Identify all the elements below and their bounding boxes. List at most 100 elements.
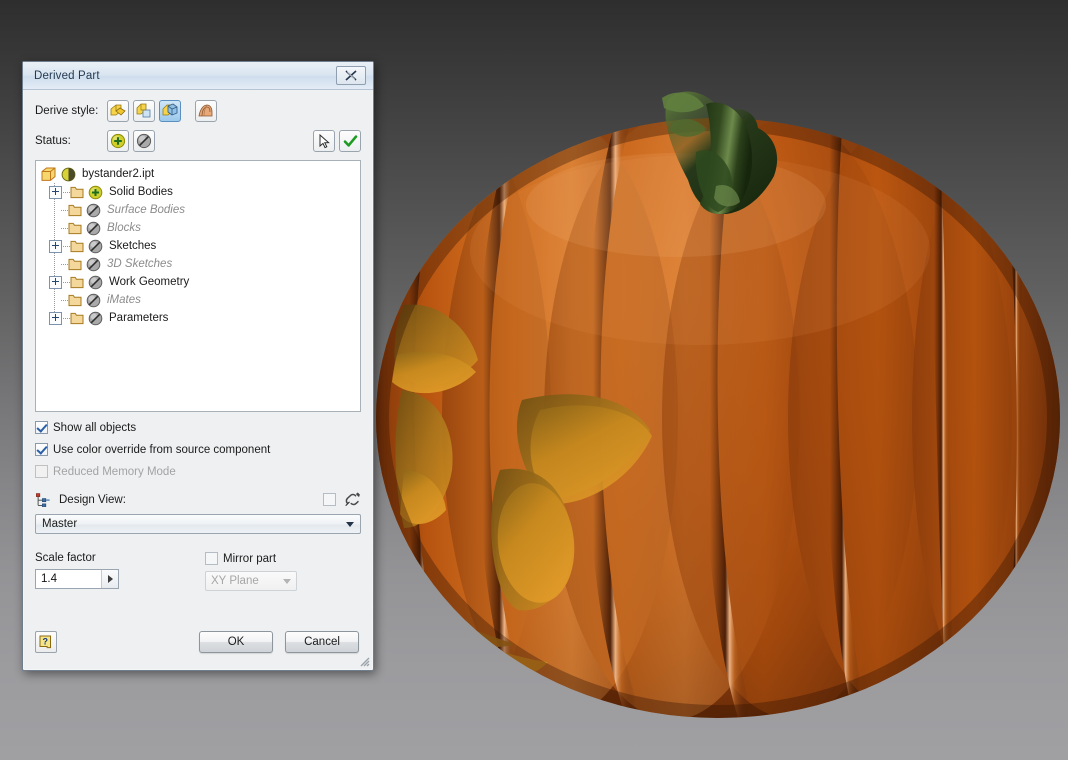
app-root: Derived Part Derive style: Status: bysta… bbox=[0, 0, 1068, 760]
check-icon bbox=[343, 134, 357, 147]
dialog-titlebar[interactable]: Derived Part bbox=[23, 62, 373, 90]
checkbox-label: Mirror part bbox=[223, 552, 277, 565]
part-document-icon bbox=[41, 167, 56, 181]
dialog-footer: ? OK Cancel bbox=[23, 622, 373, 670]
checkbox-mirror-part[interactable]: Mirror part bbox=[205, 552, 361, 565]
checkbox-indicator[interactable] bbox=[35, 443, 48, 456]
close-button[interactable] bbox=[336, 66, 366, 85]
cancel-button[interactable]: Cancel bbox=[285, 631, 359, 653]
ok-button[interactable]: OK bbox=[199, 631, 273, 653]
svg-text:?: ? bbox=[42, 636, 48, 646]
scale-factor-label: Scale factor bbox=[35, 552, 96, 564]
tree-list: bystander2.ipt Solid Bodies Surface Bodi… bbox=[36, 161, 360, 327]
derived-part-dialog: Derived Part Derive style: Status: bysta… bbox=[22, 61, 374, 671]
derive-style-working-surface-button[interactable] bbox=[195, 100, 217, 122]
tree-item-label: Surface Bodies bbox=[107, 204, 185, 216]
select-cursor-button[interactable] bbox=[313, 130, 335, 152]
tree-item-parameters[interactable]: Parameters bbox=[49, 309, 360, 327]
tree-connector bbox=[61, 222, 68, 234]
tree-item-label: Parameters bbox=[109, 312, 169, 324]
derive-style-single-solid-body-button[interactable] bbox=[107, 100, 129, 122]
design-view-select[interactable]: Master bbox=[35, 514, 361, 534]
status-row: Status: bbox=[35, 130, 361, 152]
folder-excluded-icon bbox=[88, 311, 103, 325]
scale-factor-dropdown-button[interactable] bbox=[101, 570, 118, 588]
checkbox-indicator[interactable] bbox=[35, 421, 48, 434]
tree-item-3d-sketches[interactable]: 3D Sketches bbox=[49, 255, 360, 273]
chevron-down-icon bbox=[346, 521, 354, 527]
tree-root-node[interactable]: bystander2.ipt bbox=[41, 165, 360, 183]
derive-style-label: Derive style: bbox=[35, 105, 99, 117]
working-surface-icon bbox=[198, 104, 213, 117]
scale-mirror-section: Scale factor Mirror part XY Plane bbox=[35, 552, 361, 591]
design-view-row: Design View: bbox=[35, 492, 361, 507]
tree-item-label: 3D Sketches bbox=[107, 258, 173, 270]
tree-connector bbox=[61, 294, 68, 306]
design-view-icon bbox=[36, 492, 50, 507]
color-sphere-icon bbox=[61, 167, 76, 181]
tree-item-imates[interactable]: iMates bbox=[49, 291, 360, 309]
tree-connector bbox=[63, 186, 70, 198]
folder-excluded-icon bbox=[88, 239, 103, 253]
tree-connector bbox=[61, 204, 68, 216]
derive-style-single-composite-body-button[interactable] bbox=[159, 100, 181, 122]
checkbox-indicator[interactable] bbox=[205, 552, 218, 565]
accept-check-button[interactable] bbox=[339, 130, 361, 152]
tree-connector bbox=[63, 240, 70, 252]
tree-item-label: Work Geometry bbox=[109, 276, 190, 288]
expand-toggle-icon[interactable] bbox=[49, 185, 62, 199]
derive-style-maintain-solids-button[interactable] bbox=[133, 100, 155, 122]
expand-toggle-icon[interactable] bbox=[49, 275, 62, 289]
tree-item-solid-bodies[interactable]: Solid Bodies bbox=[49, 183, 360, 201]
close-icon bbox=[345, 70, 357, 81]
tree-root-label: bystander2.ipt bbox=[82, 168, 155, 180]
single-solid-body-icon bbox=[110, 104, 126, 116]
status-label: Status: bbox=[35, 135, 71, 147]
checkbox-indicator bbox=[35, 465, 48, 478]
expand-toggle-icon[interactable] bbox=[49, 239, 62, 253]
help-button[interactable]: ? bbox=[35, 631, 57, 653]
expand-toggle-icon[interactable] bbox=[49, 311, 62, 325]
tree-item-surface-bodies[interactable]: Surface Bodies bbox=[49, 201, 360, 219]
object-tree[interactable]: bystander2.ipt Solid Bodies Surface Bodi… bbox=[35, 160, 361, 412]
include-plus-icon bbox=[110, 133, 126, 149]
folder-excluded-icon bbox=[88, 275, 103, 289]
design-view-associative-checkbox[interactable] bbox=[323, 493, 336, 506]
chevron-down-icon bbox=[283, 578, 291, 584]
folder-icon bbox=[70, 186, 84, 199]
folder-plus-icon bbox=[88, 185, 103, 199]
broken-link-icon[interactable] bbox=[344, 492, 361, 507]
tree-connector bbox=[63, 312, 70, 324]
dialog-body: Derive style: Status: bystander2.ipt Sol… bbox=[23, 90, 373, 591]
design-view-value: Master bbox=[42, 518, 78, 530]
checkbox-use-color-override[interactable]: Use color override from source component bbox=[35, 443, 361, 456]
design-view-label: Design View: bbox=[59, 493, 126, 506]
resize-grip-icon[interactable] bbox=[357, 654, 370, 667]
checkbox-label: Show all objects bbox=[53, 421, 137, 434]
folder-icon bbox=[70, 240, 84, 253]
status-exclude-button[interactable] bbox=[133, 130, 155, 152]
scale-factor-stepper[interactable] bbox=[35, 569, 119, 589]
folder-excluded-icon bbox=[86, 293, 101, 307]
dialog-title: Derived Part bbox=[34, 69, 100, 82]
folder-icon bbox=[70, 312, 84, 325]
mirror-plane-select: XY Plane bbox=[205, 571, 297, 591]
folder-icon bbox=[68, 294, 82, 307]
tree-item-sketches[interactable]: Sketches bbox=[49, 237, 360, 255]
folder-icon bbox=[68, 258, 82, 271]
folder-excluded-icon bbox=[86, 221, 101, 235]
tree-item-blocks[interactable]: Blocks bbox=[49, 219, 360, 237]
dialog-action-buttons: OK Cancel bbox=[199, 631, 359, 653]
tree-item-work-geometry[interactable]: Work Geometry bbox=[49, 273, 360, 291]
status-include-button[interactable] bbox=[107, 130, 129, 152]
checkbox-show-all-objects[interactable]: Show all objects bbox=[35, 421, 361, 434]
maintain-solids-icon bbox=[136, 103, 151, 118]
single-composite-body-icon bbox=[162, 103, 178, 116]
tree-connector bbox=[61, 258, 68, 270]
derive-style-row: Derive style: bbox=[35, 100, 361, 122]
tree-item-label: Solid Bodies bbox=[109, 186, 173, 198]
exclude-slash-icon bbox=[136, 133, 152, 149]
scale-factor-input[interactable] bbox=[36, 572, 101, 586]
tree-item-label: iMates bbox=[107, 294, 141, 306]
folder-excluded-icon bbox=[86, 203, 101, 217]
